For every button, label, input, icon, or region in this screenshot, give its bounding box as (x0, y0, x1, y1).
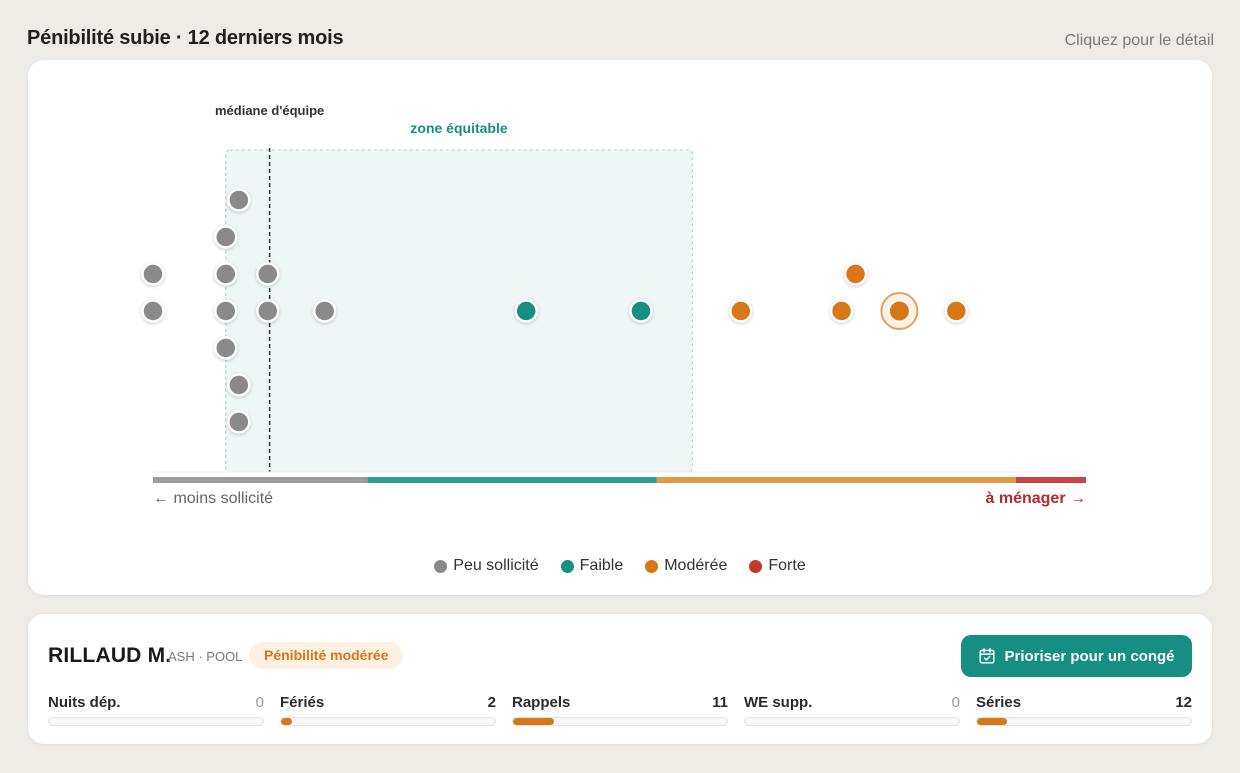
metric-bar (280, 717, 496, 726)
data-point (227, 373, 251, 397)
axis-band (656, 477, 1017, 483)
metric-label: Rappels (512, 694, 571, 711)
legend-dot (560, 559, 574, 573)
equitable-zone (225, 149, 693, 473)
data-point (141, 299, 165, 323)
data-point (227, 188, 251, 212)
axis-right-label: à ménager → (985, 490, 1086, 507)
data-point (227, 410, 251, 434)
chart-legend: Peu sollicité Faible Modérée Forte (28, 557, 1212, 575)
metric-value: 11 (712, 694, 728, 711)
metric-bar-fill (977, 718, 1007, 725)
legend-item-moderee: Modérée (645, 557, 727, 575)
data-point (256, 299, 280, 323)
data-point (214, 299, 238, 323)
metric-label: WE supp. (744, 694, 813, 711)
legend-dot (434, 559, 448, 573)
metric-bar (48, 717, 264, 726)
data-point (141, 262, 165, 286)
data-point (214, 336, 238, 360)
prioritize-leave-label: Prioriser pour un congé (1004, 647, 1175, 665)
data-point (944, 299, 969, 323)
metric-bar (976, 717, 1192, 726)
data-point (729, 299, 753, 323)
metric-series: Séries 12 (976, 694, 1192, 726)
legend-label: Modérée (664, 557, 728, 574)
data-point (829, 299, 854, 323)
legend-dot (749, 559, 763, 573)
metric-bar-fill (281, 718, 292, 725)
metric-bar-fill (513, 718, 554, 725)
selected-data-point (887, 299, 911, 323)
calendar-check-icon (979, 648, 995, 664)
data-point (312, 299, 337, 323)
data-point (843, 262, 868, 286)
axis-band (153, 477, 368, 483)
employee-meta: ASH · POOL (168, 649, 243, 664)
data-point (629, 299, 653, 323)
data-point (256, 262, 280, 286)
legend-item-faible: Faible (560, 557, 624, 575)
legend-label: Forte (768, 557, 806, 574)
metric-rappels: Rappels 11 (512, 694, 728, 726)
metric-value: 12 (1175, 694, 1192, 711)
legend-item-peu-sollicite: Peu sollicité (434, 557, 539, 575)
metric-value: 0 (951, 694, 960, 711)
metric-value: 2 (487, 694, 496, 711)
legend-label: Peu sollicité (453, 557, 539, 574)
data-point (214, 262, 238, 286)
chart-card: zone équitable médiane d'équipe ← moins … (28, 60, 1212, 595)
penibility-badge: Pénibilité modérée (249, 642, 404, 669)
axis-left-label: ← moins sollicité (153, 490, 274, 507)
zone-label: zone équitable (410, 120, 507, 136)
metric-label: Séries (976, 694, 1022, 711)
employee-detail-card: RILLAUD M. ASH · POOL Pénibilité modérée… (28, 614, 1212, 744)
legend-item-forte: Forte (749, 557, 806, 575)
detail-hint-link[interactable]: Cliquez pour le détail (1065, 32, 1214, 50)
page-title: Pénibilité subie · 12 derniers mois (27, 27, 344, 49)
penibility-chart: zone équitable médiane d'équipe (141, 103, 1086, 483)
legend-dot (645, 559, 659, 573)
metric-bar (744, 717, 960, 726)
metric-label: Nuits dép. (48, 694, 121, 711)
data-point (514, 299, 538, 323)
median-label: médiane d'équipe (215, 103, 324, 118)
legend-label: Faible (579, 557, 624, 574)
metric-feries: Fériés 2 (280, 694, 496, 726)
axis-band (1016, 477, 1086, 483)
axis-band (367, 477, 657, 483)
prioritize-leave-button[interactable]: Prioriser pour un congé (961, 635, 1192, 677)
metric-we-supp: WE supp. 0 (744, 694, 960, 726)
metric-nuits-dep: Nuits dép. 0 (48, 694, 264, 726)
employee-name: RILLAUD M. (48, 644, 172, 667)
metric-value: 0 (255, 694, 264, 711)
metric-bar (512, 717, 728, 726)
data-point (214, 225, 238, 249)
metric-label: Fériés (280, 694, 325, 711)
